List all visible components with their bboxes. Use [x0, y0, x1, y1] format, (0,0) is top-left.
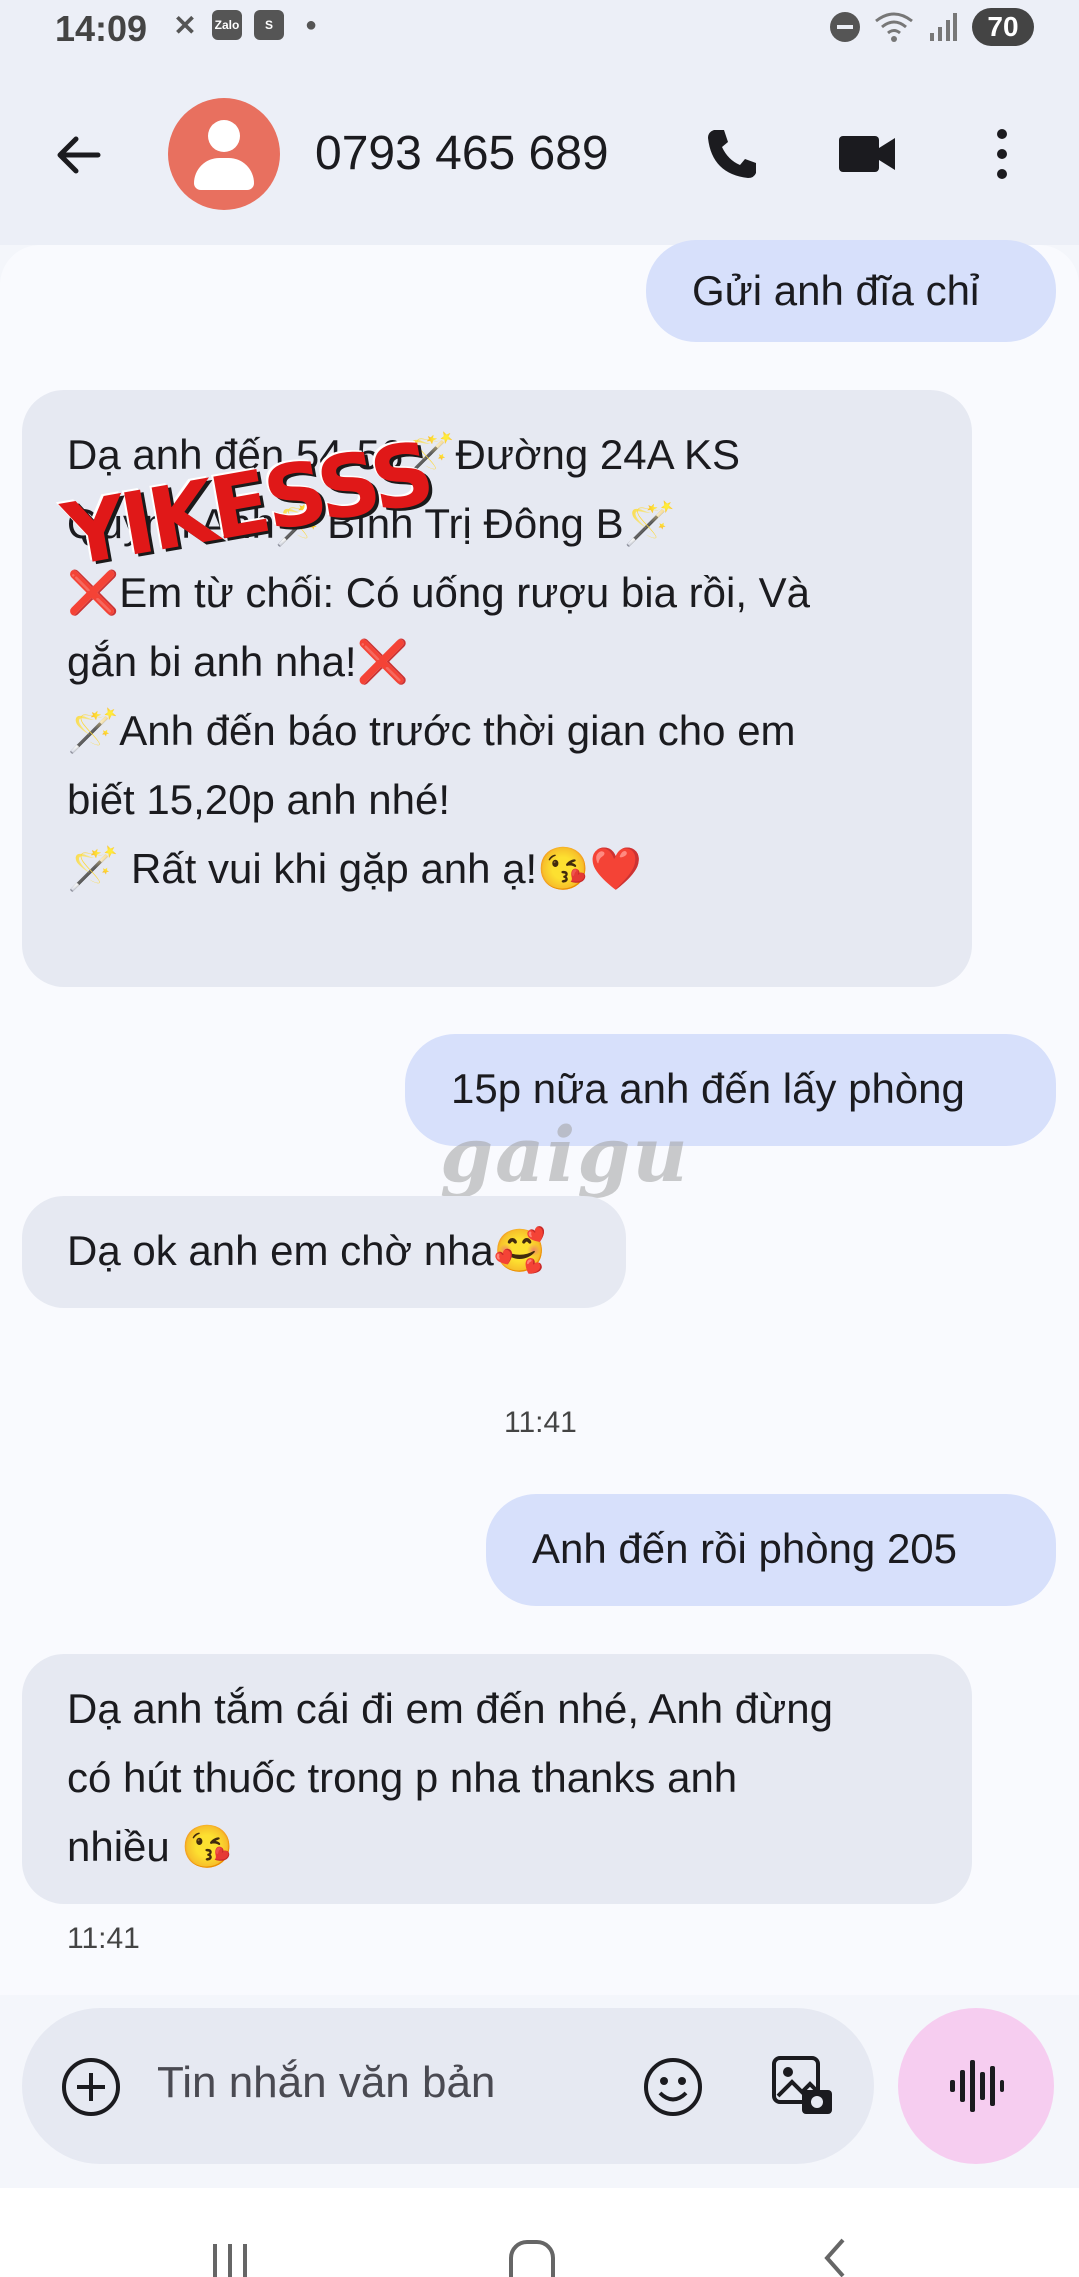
- waveform-icon: [950, 2060, 1004, 2112]
- message-line: biết 15,20p anh nhé!: [67, 776, 451, 823]
- message-line: Dạ anh tắm cái đi em đến nhé, Anh đừng: [67, 1685, 833, 1732]
- status-time: 14:09: [55, 8, 148, 49]
- signal-icon: [930, 13, 957, 41]
- watermark: gaigu: [440, 1110, 690, 1199]
- dot-icon: ●: [304, 13, 318, 36]
- avatar-body: [194, 158, 254, 190]
- emoji-icon[interactable]: [642, 2056, 704, 2118]
- message-timestamp: 11:41: [504, 1406, 577, 1439]
- message-line: Dạ ok anh em chờ nha🥰: [67, 1227, 547, 1274]
- outgoing-message[interactable]: Gửi anh đĩa chỉ: [646, 240, 1056, 342]
- do-not-disturb-icon: [830, 12, 860, 42]
- battery-indicator: 70: [972, 8, 1034, 46]
- message-line: Anh đến rồi phòng 205: [532, 1525, 958, 1572]
- outgoing-message[interactable]: Anh đến rồi phòng 205: [486, 1494, 1056, 1606]
- phone-icon[interactable]: [700, 122, 764, 186]
- message-composer[interactable]: Tin nhắn văn bản: [22, 2008, 874, 2164]
- message-line: Gửi anh đĩa chỉ: [692, 267, 980, 314]
- message-line: 🪄 Rất vui khi gặp anh ạ!😘❤️: [67, 845, 642, 892]
- avatar-head: [208, 120, 240, 152]
- status-notification-icons: ✕ Zalo S ●: [170, 9, 326, 41]
- message-line: 🪄Anh đến báo trước thời gian cho em: [67, 707, 796, 754]
- message-line: gắn bi anh nha!❌: [67, 638, 409, 685]
- contact-name[interactable]: 0793 465 689: [315, 126, 609, 181]
- voice-message-button[interactable]: [898, 2008, 1054, 2164]
- video-call-icon[interactable]: [835, 122, 899, 186]
- wifi-icon: [875, 12, 913, 42]
- avatar[interactable]: [168, 98, 280, 210]
- back-arrow-icon[interactable]: [48, 125, 108, 185]
- incoming-message[interactable]: Dạ ok anh em chờ nha🥰: [22, 1196, 626, 1308]
- recent-apps-icon[interactable]: [205, 2240, 255, 2277]
- message-line: ❌Em từ chối: Có uống rượu bia rồi, Và: [67, 569, 811, 616]
- status-bar: 14:09 ✕ Zalo S ● 70: [0, 0, 1079, 60]
- incoming-message[interactable]: Dạ anh tắm cái đi em đến nhé, Anh đừng c…: [22, 1654, 972, 1904]
- status-system-icons: 70: [830, 8, 1034, 46]
- more-vert-icon[interactable]: [970, 122, 1034, 186]
- s-app-icon: S: [254, 10, 284, 40]
- conversation-header: 0793 465 689: [0, 60, 1079, 245]
- message-line: có hút thuốc trong p nha thanks anh: [67, 1754, 738, 1801]
- gallery-icon[interactable]: [768, 2052, 838, 2122]
- zalo-icon: Zalo: [212, 10, 242, 40]
- add-attachment-icon[interactable]: [60, 2056, 122, 2118]
- home-icon[interactable]: [505, 2238, 565, 2277]
- message-input[interactable]: Tin nhắn văn bản: [157, 2058, 495, 2108]
- system-navigation-bar: [0, 2188, 1079, 2277]
- message-line: nhiều 😘: [67, 1823, 234, 1870]
- missed-call-icon: ✕: [173, 9, 197, 41]
- back-nav-icon[interactable]: [815, 2234, 855, 2277]
- message-timestamp: 11:41: [67, 1922, 140, 1955]
